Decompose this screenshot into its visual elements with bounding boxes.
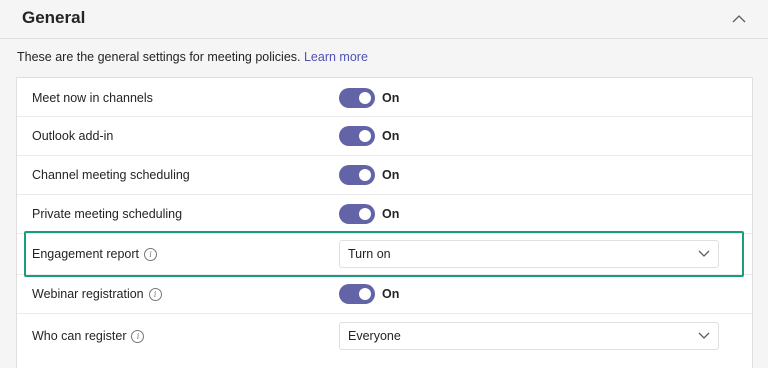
description-text: These are the general settings for meeti… (17, 50, 301, 64)
learn-more-link[interactable]: Learn more (304, 50, 368, 64)
channel-scheduling-toggle[interactable] (339, 165, 375, 185)
chevron-up-icon (732, 15, 746, 23)
setting-label: Who can register i (32, 329, 145, 343)
setting-label: Private meeting scheduling (32, 207, 183, 221)
toggle-state: On (382, 207, 400, 221)
engagement-report-dropdown[interactable]: Turn on (339, 240, 719, 268)
setting-label: Webinar registration i (32, 287, 162, 301)
dropdown-value: Everyone (348, 329, 401, 343)
toggle-knob (359, 169, 371, 181)
webinar-registration-toggle[interactable] (339, 284, 375, 304)
section-description: These are the general settings for meeti… (17, 50, 368, 64)
setting-label: Meet now in channels (32, 91, 153, 105)
chevron-down-icon (698, 250, 710, 257)
setting-label-text: Webinar registration (32, 287, 144, 301)
setting-row-engagement-report: Engagement report i Turn on (17, 234, 752, 275)
toggle-state: On (382, 129, 400, 143)
setting-row-webinar-registration: Webinar registration i On (17, 275, 752, 314)
setting-row-private-scheduling: Private meeting scheduling On (17, 195, 752, 234)
info-icon[interactable]: i (131, 329, 145, 343)
section-title: General (22, 8, 86, 27)
setting-label-text: Engagement report (32, 247, 140, 261)
setting-label: Engagement report i (32, 247, 158, 261)
meet-now-toggle[interactable] (339, 88, 375, 108)
toggle-knob (359, 92, 371, 104)
section-header: General (0, 0, 768, 39)
setting-row-who-can-register: Who can register i Everyone (17, 314, 752, 358)
toggle-state: On (382, 168, 400, 182)
setting-row-outlook-addin: Outlook add-in On (17, 117, 752, 156)
toggle-knob (359, 130, 371, 142)
collapse-button[interactable] (728, 8, 750, 30)
setting-row-meet-now: Meet now in channels On (17, 78, 752, 117)
settings-panel: Meet now in channels On Outlook add-in O… (16, 77, 753, 368)
chevron-down-icon (698, 332, 710, 339)
toggle-knob (359, 208, 371, 220)
toggle-state: On (382, 91, 400, 105)
setting-row-channel-scheduling: Channel meeting scheduling On (17, 156, 752, 195)
who-can-register-dropdown[interactable]: Everyone (339, 322, 719, 350)
toggle-state: On (382, 287, 400, 301)
setting-label: Outlook add-in (32, 129, 114, 143)
private-scheduling-toggle[interactable] (339, 204, 375, 224)
info-icon[interactable]: i (144, 247, 158, 261)
outlook-addin-toggle[interactable] (339, 126, 375, 146)
setting-label: Channel meeting scheduling (32, 168, 190, 182)
setting-label-text: Who can register (32, 329, 127, 343)
toggle-knob (359, 288, 371, 300)
dropdown-value: Turn on (348, 247, 391, 261)
info-icon[interactable]: i (148, 287, 162, 301)
